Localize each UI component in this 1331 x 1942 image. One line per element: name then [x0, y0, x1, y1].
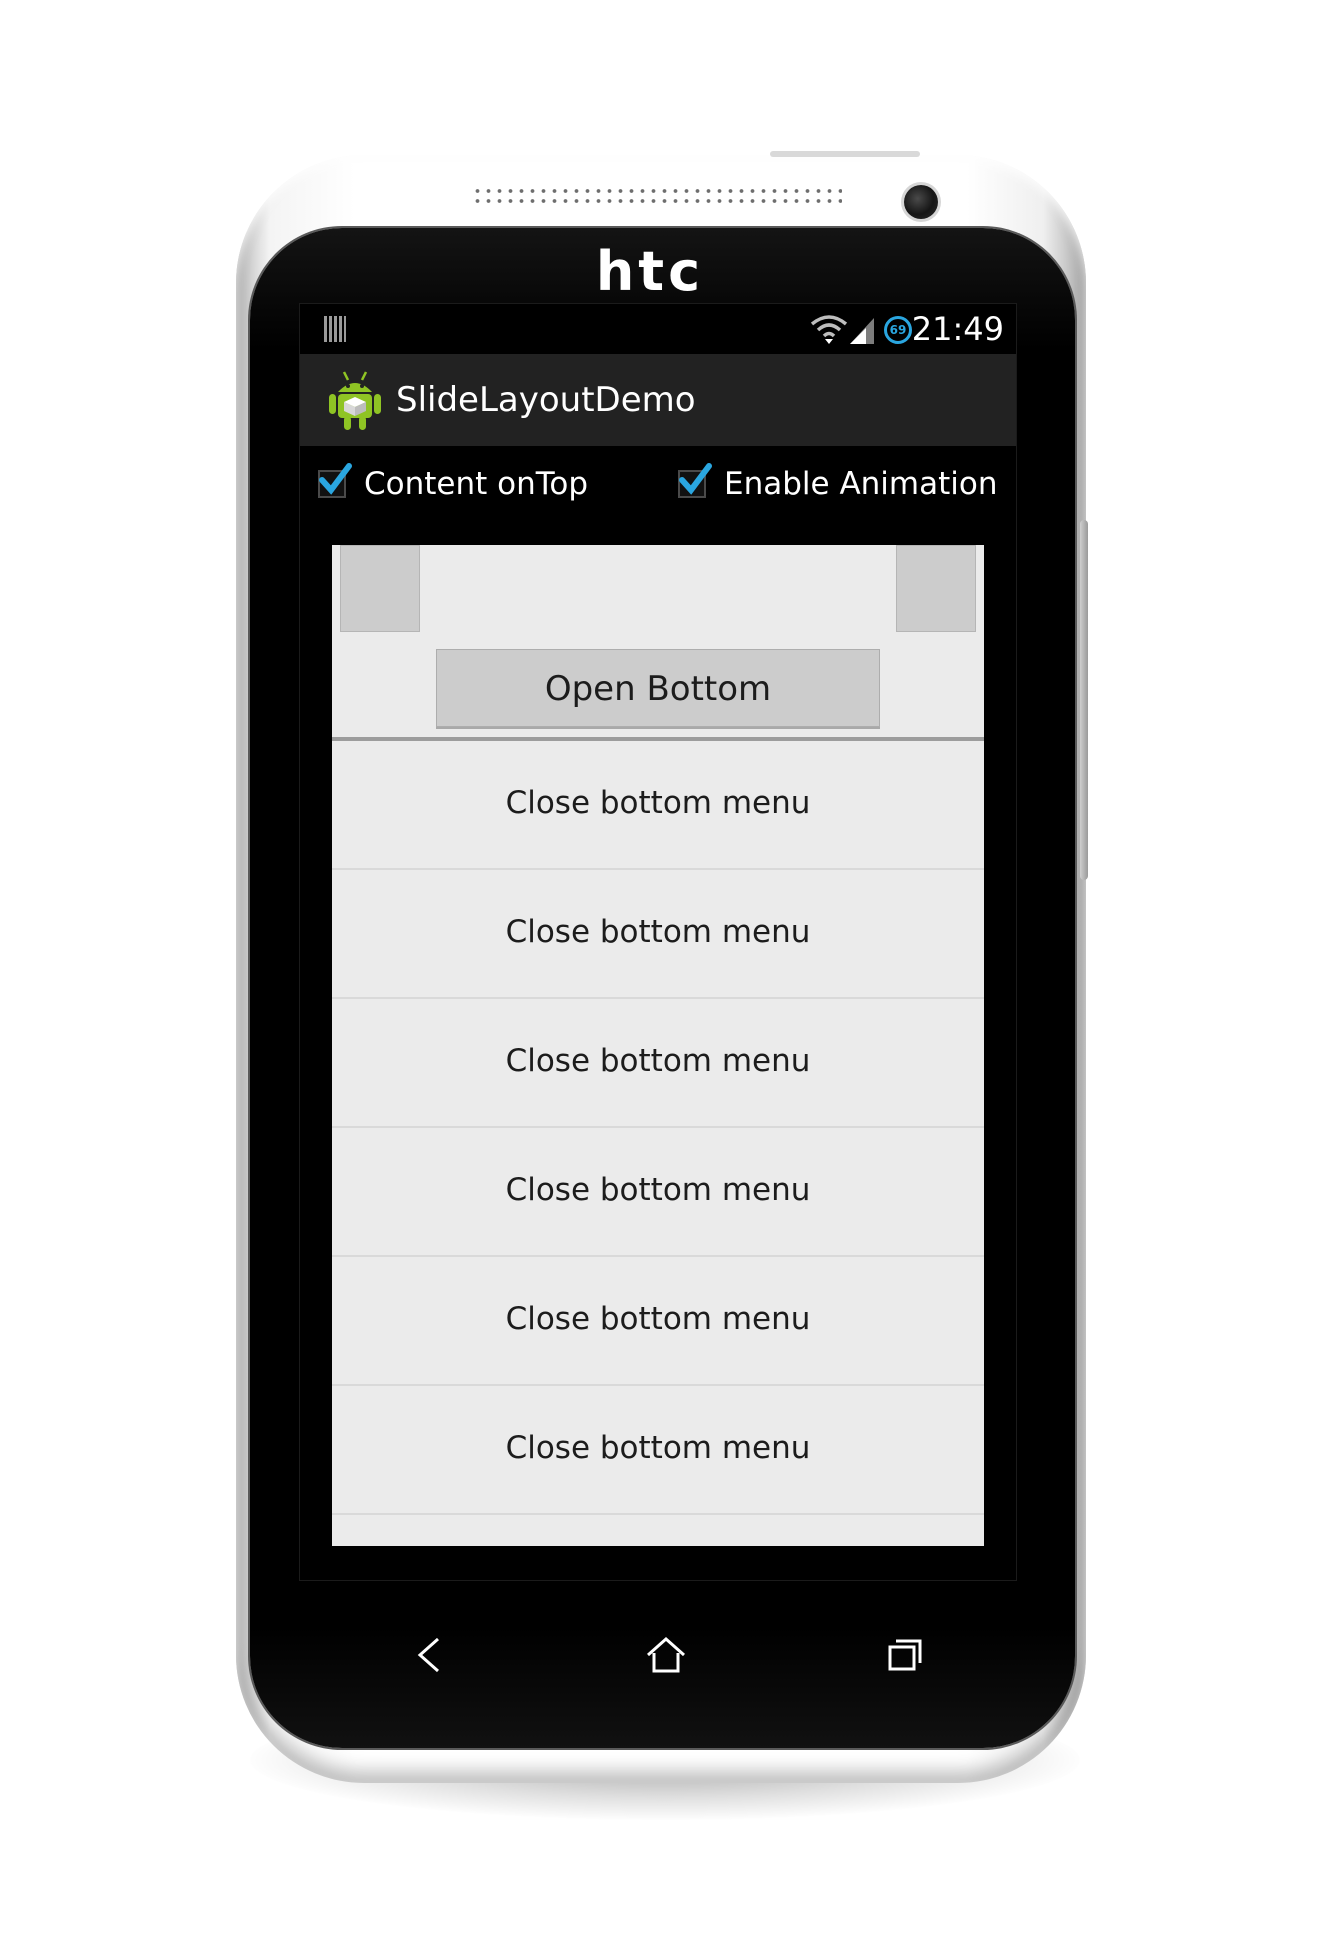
close-bottom-menu-item[interactable]: Close bottom menu — [332, 741, 984, 870]
content-on-top-label[interactable]: Content onTop — [364, 464, 588, 504]
checkmark-icon — [319, 463, 352, 495]
left-menu-button[interactable] — [340, 545, 420, 632]
top-panel: Open Bottom — [332, 545, 984, 737]
options-bar: Content onTop Enable Animation — [300, 446, 1016, 526]
enable-animation-checkbox[interactable] — [678, 463, 712, 498]
navigation-bar — [300, 1580, 1016, 1725]
earpiece-speaker — [472, 186, 842, 206]
status-bar: 69 21:49 — [300, 304, 1016, 354]
signal-icon — [850, 318, 874, 344]
right-menu-button[interactable] — [896, 545, 976, 632]
close-bottom-menu-item[interactable]: Close bottom menu — [332, 1386, 984, 1515]
open-bottom-button[interactable]: Open Bottom — [436, 649, 880, 727]
app-title: SlideLayoutDemo — [396, 380, 696, 420]
power-button — [770, 151, 920, 157]
notification-icon — [324, 316, 346, 342]
recent-apps-icon[interactable] — [876, 1625, 936, 1685]
close-bottom-menu-item[interactable]: Close bottom menu — [332, 1128, 984, 1257]
checkmark-icon — [679, 463, 712, 495]
brand-logo: htc — [595, 240, 705, 303]
android-app-icon[interactable] — [326, 368, 384, 432]
slide-layout-content: Open Bottom Close bottom menu Close bott… — [332, 545, 984, 1546]
wifi-icon — [810, 315, 848, 344]
volume-button — [1080, 520, 1088, 880]
action-bar: SlideLayoutDemo — [300, 354, 1016, 446]
battery-icon: 69 — [884, 316, 912, 344]
back-icon[interactable] — [400, 1625, 460, 1685]
enable-animation-label[interactable]: Enable Animation — [724, 464, 998, 504]
bottom-menu-list: Close bottom menu Close bottom menu Clos… — [332, 737, 984, 1546]
device-screen: 69 21:49 SlideLayoutDemo Content onTop E… — [300, 304, 1016, 1580]
home-icon[interactable] — [636, 1625, 696, 1685]
close-bottom-menu-item[interactable]: Close bottom menu — [332, 870, 984, 999]
content-on-top-checkbox[interactable] — [318, 463, 352, 498]
close-bottom-menu-item[interactable]: Close bottom menu — [332, 1257, 984, 1386]
close-bottom-menu-item[interactable]: Close bottom menu — [332, 999, 984, 1128]
front-camera — [904, 185, 938, 219]
status-clock: 21:49 — [911, 310, 1004, 348]
